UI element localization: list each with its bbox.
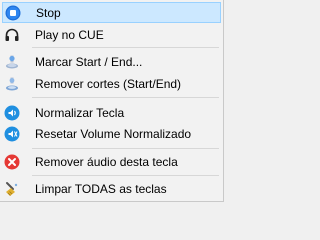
menu-item-mark-start-end[interactable]: Marcar Start / End... [2,51,221,72]
menu-item-label: Limpar TODAS as teclas [35,181,167,196]
menu-item-normalize[interactable]: Normalizar Tecla [2,102,221,123]
remove-audio-icon [3,153,21,171]
broom-icon [3,180,21,198]
headphones-icon [3,26,21,44]
menu-separator [32,148,219,149]
menu-separator [32,47,219,48]
stop-icon [4,4,22,22]
menu-item-label: Normalizar Tecla [35,105,125,120]
menu-item-label: Remover áudio desta tecla [35,154,178,169]
menu-item-clear-all[interactable]: Limpar TODAS as teclas [2,178,221,199]
menu-item-label: Play no CUE [35,27,104,42]
menu-item-label: Resetar Volume Normalizado [35,126,192,141]
menu-item-reset-volume[interactable]: Resetar Volume Normalizado [2,123,221,144]
context-menu: Stop Play no CUE Marcar Start / End... R… [0,0,224,202]
menu-separator [32,97,219,98]
menu-item-remove-cuts[interactable]: Remover cortes (Start/End) [2,73,221,94]
remove-cuts-icon [3,75,21,93]
menu-item-stop[interactable]: Stop [2,2,221,23]
marker-icon [3,53,21,71]
menu-item-play-cue[interactable]: Play no CUE [2,24,221,45]
reset-volume-icon [3,125,21,143]
normalize-icon [3,104,21,122]
menu-item-label: Stop [36,5,61,20]
menu-item-remove-audio[interactable]: Remover áudio desta tecla [2,151,221,172]
menu-separator [32,175,219,176]
menu-item-label: Remover cortes (Start/End) [35,76,182,91]
menu-item-label: Marcar Start / End... [35,54,143,69]
